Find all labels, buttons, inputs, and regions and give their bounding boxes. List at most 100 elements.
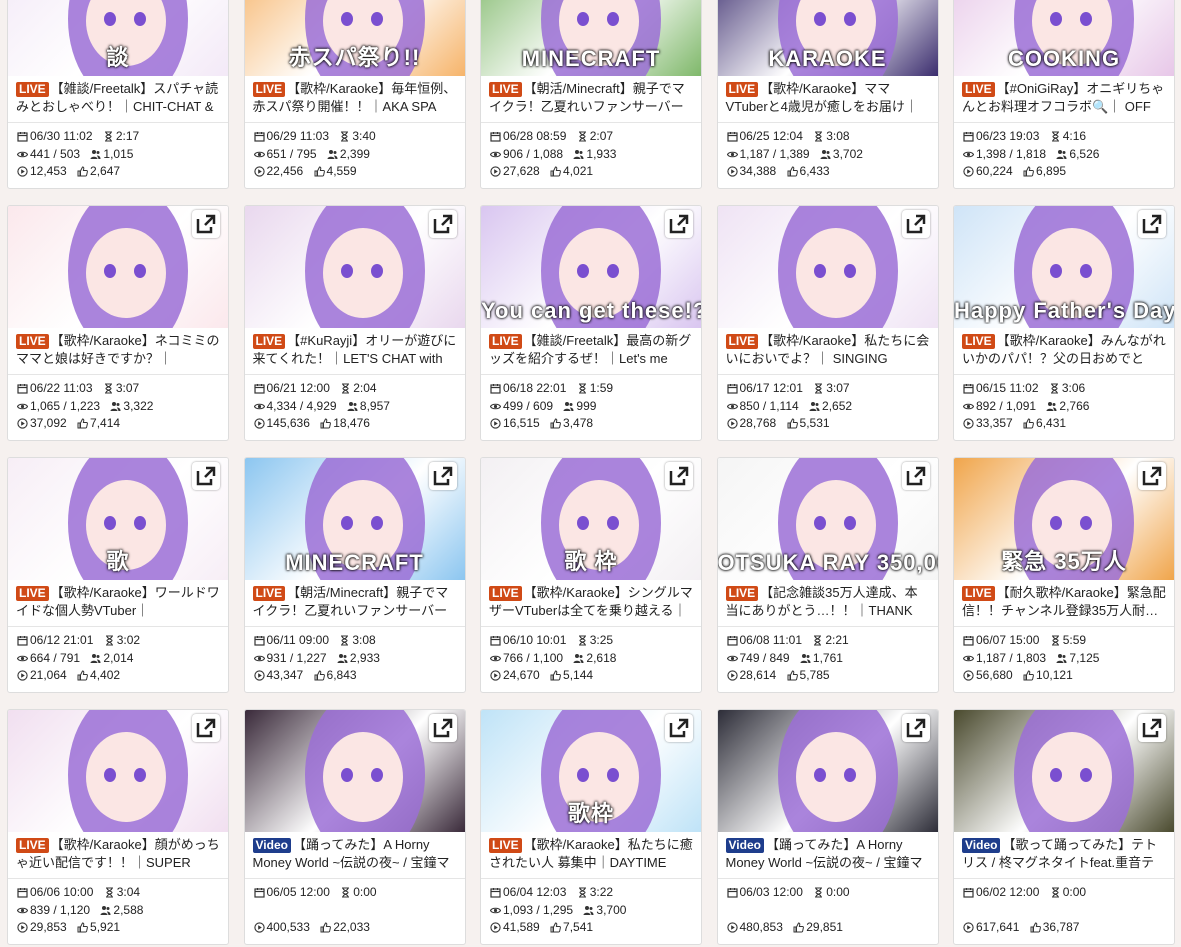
video-title[interactable]: LIVE【歌枠/Karaoke】シングルマザーVTuberは全てを乗り越える｜D… <box>481 580 701 620</box>
video-card[interactable]: Happy Father's Day LIVE 【歌枠/Karaoke】みんながれ… <box>953 205 1175 441</box>
video-card[interactable]: KARAOKE LIVE 【歌枠/Karaoke】ママVTuberと4歳児が癒しを… <box>716 0 939 189</box>
external-link-icon[interactable] <box>901 210 930 238</box>
video-title[interactable]: LIVE【歌枠/Karaoke】私たちに癒されたい人 募集中｜DAYTIME S… <box>481 832 701 872</box>
eye-icon <box>963 401 974 412</box>
video-card[interactable]: COOKING LIVE 【#OniGiRay】オニギリちゃんとお料理オフコラボ🔍… <box>953 0 1175 189</box>
video-thumbnail[interactable] <box>244 710 465 832</box>
video-thumbnail[interactable]: 歌 <box>8 458 228 580</box>
stream-duration: 3:07 <box>115 381 140 395</box>
member-count: 8,957 <box>359 398 390 413</box>
video-title[interactable]: LIVE【朝活/Minecraft】親子でマイクラ！乙夏れいファンサーバーを… <box>245 580 465 620</box>
video-title[interactable]: Video 【踊ってみた】A Horny Money World ~伝説の夜~ /… <box>718 832 938 872</box>
video-title[interactable]: Video【歌って踊ってみた】テトリス / 柊マグネタイトfeat.重音テトSV… <box>954 832 1174 872</box>
character-eye <box>607 12 619 26</box>
character-eye <box>1080 516 1092 530</box>
member-count: 6,526 <box>1069 146 1100 161</box>
video-title[interactable]: LIVE【歌枠/Karaoke】ワールドワイドな個人勢VTuber｜ NIGHT… <box>8 580 228 620</box>
eye-icon <box>17 149 28 160</box>
external-link-icon[interactable] <box>901 462 930 490</box>
video-card[interactable]: MINECRAFT LIVE 【朝活/Minecraft】親子でマイクラ！乙夏れい… <box>243 457 466 693</box>
video-title[interactable]: LIVE 【雑談/Freetalk】最高の新グッズを紹介するぜ！｜Let's me… <box>481 328 701 368</box>
thumbs-up-icon <box>550 922 561 933</box>
thumbnail-overlay-text: OTSUKA RAY 350,000 <box>717 550 938 575</box>
video-thumbnail[interactable]: 赤スパ祭り!! <box>244 0 465 76</box>
video-card[interactable]: LIVE【歌枠/Karaoke】顔がめっちゃ近い配信です！！｜SUPER CLO… <box>7 709 229 945</box>
thumbnail-overlay-text: 談 <box>106 45 130 70</box>
concurrent-viewers: 651 / 795 <box>266 146 317 161</box>
video-card[interactable]: LIVE【歌枠/Karaoke】ネコミミのママと娘は好きですか？｜CATGIR…… <box>7 205 229 441</box>
view-count: 617,641 <box>976 920 1020 934</box>
video-title[interactable]: LIVE【歌枠/Karaoke】ネコミミのママと娘は好きですか？｜CATGIR… <box>8 328 228 368</box>
video-title[interactable]: LIVE 【#KuRayji】オリーが遊びに来てくれた！｜LET'S CHAT w… <box>245 328 465 368</box>
video-title[interactable]: Video 【踊ってみた】A Horny Money World ~伝説の夜~ /… <box>245 832 465 872</box>
external-link-icon[interactable] <box>192 714 220 742</box>
external-link-icon[interactable] <box>1138 210 1166 238</box>
video-title[interactable]: LIVE【歌枠/Karaoke】ママVTuberと4歳児が癒しをお届け｜ MOM… <box>718 76 938 116</box>
video-thumbnail[interactable]: You can get these!? <box>481 206 701 328</box>
external-link-icon[interactable] <box>428 714 457 742</box>
video-thumbnail[interactable]: 緊急 35万人 <box>954 458 1174 580</box>
people-icon <box>347 401 358 412</box>
stream-date: 06/21 12:00 <box>266 381 330 395</box>
video-card[interactable]: 赤スパ祭り!! LIVE 【歌枠/Karaoke】毎年恒例、赤スパ祭り開催！！｜A… <box>243 0 466 189</box>
status-badge: LIVE <box>725 334 759 349</box>
video-title[interactable]: LIVE【歌枠/Karaoke】顔がめっちゃ近い配信です！！｜SUPER CLO… <box>8 832 228 872</box>
external-link-icon[interactable] <box>192 210 220 238</box>
hourglass-icon <box>813 131 824 142</box>
video-thumbnail[interactable] <box>8 710 228 832</box>
external-link-icon[interactable] <box>665 210 693 238</box>
eye-icon <box>963 653 974 664</box>
stream-duration: 0:00 <box>826 885 850 899</box>
video-thumbnail[interactable]: Happy Father's Day <box>954 206 1174 328</box>
play-circle-icon <box>726 670 738 681</box>
video-card[interactable]: OTSUKA RAY 350,000 LIVE【記念雑談35万人達成、本当にあり… <box>716 457 939 693</box>
status-badge: LIVE <box>962 334 995 349</box>
video-card[interactable]: LIVE 【#KuRayji】オリーが遊びに来てくれた！｜LET'S CHAT w… <box>243 205 466 441</box>
video-title[interactable]: LIVE 【雑談/Freetalk】スパチャ読みとおしゃべり！｜CHIT-CHAT… <box>8 76 228 116</box>
video-thumbnail[interactable]: OTSUKA RAY 350,000 <box>717 458 938 580</box>
video-thumbnail[interactable] <box>244 206 465 328</box>
video-title[interactable]: LIVE 【耐久歌枠/Karaoke】緊急配信！！チャンネル登録35万人耐… <box>954 580 1174 620</box>
video-title[interactable]: LIVE【記念雑談35万人達成、本当にありがとう…！！｜THANK YO… <box>718 580 938 620</box>
external-link-icon[interactable] <box>901 714 930 742</box>
external-link-icon[interactable] <box>192 462 220 490</box>
video-title[interactable]: LIVE【歌枠/Karaoke】私たちに会いにおいでよ？｜ SINGING ST… <box>718 328 938 368</box>
external-link-icon[interactable] <box>428 210 457 238</box>
external-link-icon[interactable] <box>665 462 693 490</box>
video-card[interactable]: 緊急 35万人 LIVE 【耐久歌枠/Karaoke】緊急配信！！チャンネル登録3… <box>953 457 1175 693</box>
video-thumbnail[interactable]: 談 <box>8 0 228 76</box>
video-thumbnail[interactable] <box>954 710 1174 832</box>
video-title[interactable]: LIVE【#OniGiRay】オニギリちゃんとお料理オフコラボ🔍｜ OFF C… <box>954 76 1174 116</box>
eye-icon <box>17 905 28 916</box>
external-link-icon[interactable] <box>1138 462 1166 490</box>
video-card[interactable]: 歌 枠 LIVE 【歌枠/Karaoke】シングルマザーVTuberは全てを乗り越… <box>480 457 702 693</box>
video-card[interactable]: Video【歌って踊ってみた】テトリス / 柊マグネタイトfeat.重音テトSV… <box>953 709 1175 945</box>
calendar-icon <box>253 383 265 394</box>
external-link-icon[interactable] <box>428 462 457 490</box>
video-card[interactable]: Video 【踊ってみた】A Horny Money World ~伝説の夜~ /… <box>243 709 466 945</box>
video-title[interactable]: LIVE【歌枠/Karaoke】毎年恒例、赤スパ祭り開催！！｜AKA SPA F… <box>245 76 465 116</box>
video-card[interactable]: 歌 LIVE【歌枠/Karaoke】ワールドワイドな個人勢VTuber｜ NIG… <box>7 457 229 693</box>
video-title[interactable]: LIVE【歌枠/Karaoke】みんながれいかのパパ！？父の日おめでとう… <box>954 328 1174 368</box>
video-thumbnail[interactable]: 歌枠 <box>481 710 701 832</box>
video-thumbnail[interactable]: KARAOKE <box>717 0 938 76</box>
video-thumbnail[interactable]: MINECRAFT <box>481 0 701 76</box>
video-card[interactable]: 談 LIVE 【雑談/Freetalk】スパチャ読みとおしゃべり！｜CHIT-CH… <box>7 0 229 189</box>
external-link-icon[interactable] <box>665 714 693 742</box>
external-link-icon[interactable] <box>1138 714 1166 742</box>
video-card[interactable]: You can get these!? LIVE 【雑談/Freetalk】最高の… <box>480 205 702 441</box>
video-title[interactable]: LIVE【朝活/Minecraft】親子でマイクラ！乙夏れいファンサーバーを… <box>481 76 701 116</box>
video-thumbnail[interactable]: 歌 枠 <box>481 458 701 580</box>
video-card[interactable]: 歌枠 LIVE 【歌枠/Karaoke】私たちに癒されたい人 募集中｜DAYTIM… <box>480 709 702 945</box>
character-eye <box>370 264 383 278</box>
video-card[interactable]: Video 【踊ってみた】A Horny Money World ~伝説の夜~ /… <box>716 709 939 945</box>
view-count: 28,768 <box>739 416 777 430</box>
video-thumbnail[interactable]: COOKING <box>954 0 1174 76</box>
video-card[interactable]: LIVE【歌枠/Karaoke】私たちに会いにおいでよ？｜ SINGING ST… <box>716 205 939 441</box>
video-card[interactable]: MINECRAFT LIVE 【朝活/Minecraft】親子でマイクラ！乙夏れい… <box>480 0 702 189</box>
video-thumbnail[interactable]: MINECRAFT <box>244 458 465 580</box>
video-thumbnail[interactable] <box>8 206 228 328</box>
people-icon <box>573 653 584 664</box>
video-thumbnail[interactable] <box>717 206 938 328</box>
video-thumbnail[interactable] <box>717 710 938 832</box>
